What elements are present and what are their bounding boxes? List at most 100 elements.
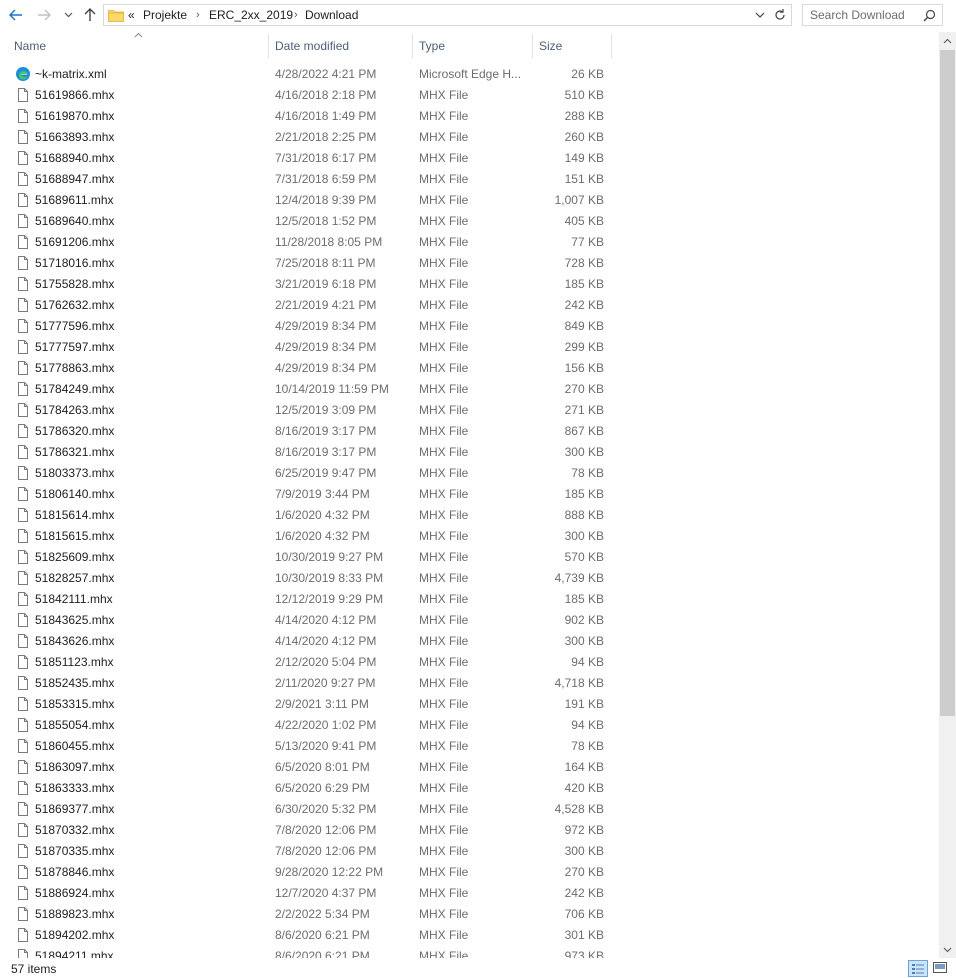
- file-row[interactable]: 51828257.mhx 10/30/2019 8:33 PM MHX File 4,…: [12, 568, 610, 589]
- file-row[interactable]: 51815615.mhx 1/6/2020 4:32 PM MHX File 300 …: [12, 526, 610, 547]
- file-row[interactable]: 51851123.mhx 2/12/2020 5:04 PM MHX File 94 …: [12, 652, 610, 673]
- column-header-size[interactable]: Size: [539, 32, 562, 60]
- file-row[interactable]: 51718016.mhx 7/25/2018 8:11 PM MHX File 728…: [12, 253, 610, 274]
- file-row[interactable]: 51786320.mhx 8/16/2019 3:17 PM MHX File 867…: [12, 421, 610, 442]
- file-name: 51828257.mhx: [35, 571, 115, 585]
- recent-locations-button[interactable]: [59, 5, 77, 25]
- file-row[interactable]: 51869377.mhx 6/30/2020 5:32 PM MHX File 4,5…: [12, 799, 610, 820]
- file-row[interactable]: 51784249.mhx 10/14/2019 11:59 PM MHX File 2…: [12, 379, 610, 400]
- refresh-icon[interactable]: [772, 7, 788, 23]
- file-row[interactable]: 51870332.mhx 7/8/2020 12:06 PM MHX File 972…: [12, 820, 610, 841]
- file-row[interactable]: 51889823.mhx 2/2/2022 5:34 PM MHX File 706 …: [12, 904, 610, 925]
- file-row[interactable]: 51691206.mhx 11/28/2018 8:05 PM MHX File 77…: [12, 232, 610, 253]
- file-row[interactable]: 51894211.mhx 8/6/2020 6:21 PM MHX File 973 …: [12, 946, 610, 958]
- file-row[interactable]: 51860455.mhx 5/13/2020 9:41 PM MHX File 78 …: [12, 736, 610, 757]
- file-name: 51718016.mhx: [35, 256, 115, 270]
- column-divider[interactable]: [268, 34, 269, 58]
- file-row[interactable]: 51619866.mhx 4/16/2018 2:18 PM MHX File 510…: [12, 85, 610, 106]
- file-row[interactable]: 51688940.mhx 7/31/2018 6:17 PM MHX File 149…: [12, 148, 610, 169]
- address-dropdown-icon[interactable]: [753, 8, 767, 22]
- file-row[interactable]: 51870335.mhx 7/8/2020 12:06 PM MHX File 300…: [12, 841, 610, 862]
- breadcrumb-separator[interactable]: ›: [294, 8, 298, 22]
- search-box[interactable]: [802, 4, 943, 26]
- file-row[interactable]: 51786321.mhx 8/16/2019 3:17 PM MHX File 300…: [12, 442, 610, 463]
- breadcrumb-overflow[interactable]: «: [128, 8, 135, 22]
- column-header-name[interactable]: Name: [14, 32, 46, 60]
- file-size: 972 KB: [564, 823, 604, 837]
- file-row[interactable]: ~k-matrix.xml 4/28/2022 4:21 PM Microsoft …: [12, 64, 610, 85]
- file-type: MHX File: [419, 172, 469, 186]
- file-row[interactable]: 51689611.mhx 12/4/2018 9:39 PM MHX File 1,0…: [12, 190, 610, 211]
- file-row[interactable]: 51843626.mhx 4/14/2020 4:12 PM MHX File 300…: [12, 631, 610, 652]
- file-row[interactable]: 51863333.mhx 6/5/2020 6:29 PM MHX File 420 …: [12, 778, 610, 799]
- arrow-right-icon: [38, 9, 51, 21]
- scrollbar-thumb[interactable]: [940, 50, 955, 716]
- scroll-down-button[interactable]: [939, 941, 956, 958]
- column-divider[interactable]: [611, 34, 612, 58]
- file-row[interactable]: 51863097.mhx 6/5/2020 8:01 PM MHX File 164 …: [12, 757, 610, 778]
- file-row[interactable]: 51755828.mhx 3/21/2019 6:18 PM MHX File 185…: [12, 274, 610, 295]
- file-row[interactable]: 51803373.mhx 6/25/2019 9:47 PM MHX File 78 …: [12, 463, 610, 484]
- address-bar[interactable]: « Projekte › ERC_2xx_2019 › Download: [103, 4, 792, 26]
- file-row[interactable]: 51852435.mhx 2/11/2020 9:27 PM MHX File 4,7…: [12, 673, 610, 694]
- file-name: 51852435.mhx: [35, 676, 115, 690]
- column-header-date[interactable]: Date modified: [275, 32, 349, 60]
- file-icon: [15, 822, 31, 838]
- file-row[interactable]: 51843625.mhx 4/14/2020 4:12 PM MHX File 902…: [12, 610, 610, 631]
- breadcrumb-projekte[interactable]: Projekte: [143, 8, 187, 22]
- vertical-scrollbar[interactable]: [939, 32, 956, 958]
- up-button[interactable]: [80, 5, 100, 25]
- file-icon: [15, 549, 31, 565]
- search-input[interactable]: [810, 8, 922, 22]
- column-header-type[interactable]: Type: [419, 32, 445, 60]
- file-name: 51889823.mhx: [35, 907, 115, 921]
- forward-button[interactable]: [34, 5, 54, 25]
- file-size: 242 KB: [564, 298, 604, 312]
- file-row[interactable]: 51878846.mhx 9/28/2020 12:22 PM MHX File 27…: [12, 862, 610, 883]
- file-row[interactable]: 51663893.mhx 2/21/2018 2:25 PM MHX File 260…: [12, 127, 610, 148]
- file-row[interactable]: 51688947.mhx 7/31/2018 6:59 PM MHX File 151…: [12, 169, 610, 190]
- breadcrumb-separator[interactable]: ›: [196, 8, 200, 22]
- file-row[interactable]: 51777597.mhx 4/29/2019 8:34 PM MHX File 299…: [12, 337, 610, 358]
- file-size: 299 KB: [564, 340, 604, 354]
- back-button[interactable]: [6, 5, 26, 25]
- column-divider[interactable]: [532, 34, 533, 58]
- file-icon: [15, 402, 31, 418]
- details-view-button[interactable]: [908, 960, 928, 977]
- file-name: 51803373.mhx: [35, 466, 115, 480]
- file-row[interactable]: 51806140.mhx 7/9/2019 3:44 PM MHX File 185 …: [12, 484, 610, 505]
- file-name: 51894211.mhx: [35, 949, 114, 958]
- file-row[interactable]: 51784263.mhx 12/5/2019 3:09 PM MHX File 271…: [12, 400, 610, 421]
- file-row[interactable]: 51762632.mhx 2/21/2019 4:21 PM MHX File 242…: [12, 295, 610, 316]
- file-icon: [15, 171, 31, 187]
- file-size: 185 KB: [564, 277, 604, 291]
- file-row[interactable]: 51689640.mhx 12/5/2018 1:52 PM MHX File 405…: [12, 211, 610, 232]
- file-row[interactable]: 51619870.mhx 4/16/2018 1:49 PM MHX File 288…: [12, 106, 610, 127]
- file-name: 51663893.mhx: [35, 130, 115, 144]
- file-row[interactable]: 51853315.mhx 2/9/2021 3:11 PM MHX File 191 …: [12, 694, 610, 715]
- file-row[interactable]: 51842111.mhx 12/12/2019 9:29 PM MHX File 18…: [12, 589, 610, 610]
- file-icon: [15, 591, 31, 607]
- file-row[interactable]: 51894202.mhx 8/6/2020 6:21 PM MHX File 301 …: [12, 925, 610, 946]
- large-icons-view-button[interactable]: [931, 960, 951, 977]
- breadcrumb-erc[interactable]: ERC_2xx_2019: [209, 8, 293, 22]
- file-row[interactable]: 51778863.mhx 4/29/2019 8:34 PM MHX File 156…: [12, 358, 610, 379]
- file-name: 51784249.mhx: [35, 382, 115, 396]
- file-row[interactable]: 51855054.mhx 4/22/2020 1:02 PM MHX File 94 …: [12, 715, 610, 736]
- file-type: MHX File: [419, 235, 469, 249]
- search-icon[interactable]: [923, 9, 936, 22]
- file-type: MHX File: [419, 949, 469, 958]
- scroll-up-button[interactable]: [939, 32, 956, 49]
- file-row[interactable]: 51886924.mhx 12/7/2020 4:37 PM MHX File 242…: [12, 883, 610, 904]
- file-type: MHX File: [419, 676, 469, 690]
- file-size: 300 KB: [564, 844, 604, 858]
- file-type: MHX File: [419, 277, 469, 291]
- file-icon: [15, 528, 31, 544]
- file-row[interactable]: 51777596.mhx 4/29/2019 8:34 PM MHX File 849…: [12, 316, 610, 337]
- breadcrumb-download[interactable]: Download: [305, 8, 358, 22]
- file-row[interactable]: 51825609.mhx 10/30/2019 9:27 PM MHX File 57…: [12, 547, 610, 568]
- file-row[interactable]: 51815614.mhx 1/6/2020 4:32 PM MHX File 888 …: [12, 505, 610, 526]
- file-name: 51843625.mhx: [35, 613, 115, 627]
- column-divider[interactable]: [412, 34, 413, 58]
- file-icon: [15, 108, 31, 124]
